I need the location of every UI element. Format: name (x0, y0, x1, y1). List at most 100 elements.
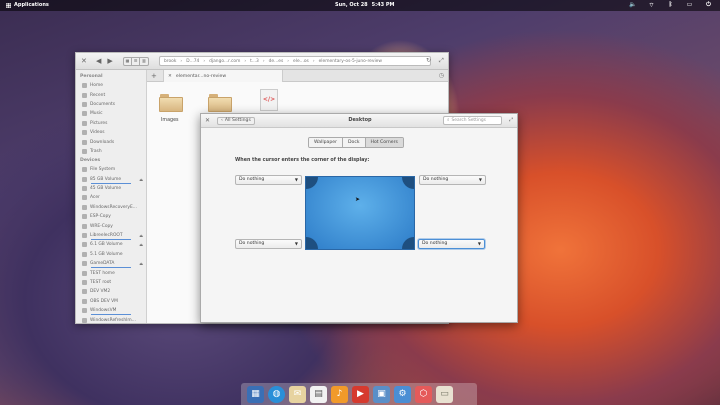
mouse-pointer-icon: ➤ (355, 196, 361, 203)
sidebar-item-device[interactable]: WindowsVM (76, 306, 146, 316)
wifi-icon[interactable]: ⌔ (648, 1, 655, 9)
sidebar-item-device[interactable]: WRE-Copy (76, 221, 146, 230)
apps-grid-icon (6, 2, 11, 8)
back-icon[interactable]: ◀ (96, 57, 101, 65)
drive-icon (82, 195, 87, 201)
date-label: Sun, Oct 28 (335, 2, 368, 8)
drive-icon (82, 308, 87, 314)
reload-icon[interactable]: ↻ (426, 57, 431, 64)
sidebar-item-device[interactable]: 6.1 GB Volume ⏏ (76, 240, 146, 249)
sidebar-item-label: Pictures (90, 120, 108, 126)
history-icon[interactable]: ◷ (439, 72, 444, 79)
app-center-icon[interactable]: ⬡ (415, 385, 432, 403)
drive-icon (82, 298, 87, 304)
tab-wallpaper[interactable]: Wallpaper (309, 138, 343, 147)
path-segment[interactable]: brook (163, 59, 177, 64)
path-segment[interactable]: de...es (268, 59, 285, 64)
tab-dock[interactable]: Dock (342, 138, 366, 147)
documents-icon (82, 101, 87, 107)
path-segment[interactable]: ele...os (292, 59, 310, 64)
tab-close-icon[interactable]: ✕ (168, 74, 172, 79)
sidebar-item-label: Home (90, 83, 103, 89)
path-segment[interactable]: t...3 (249, 59, 260, 64)
path-segment[interactable]: D...74 (185, 59, 200, 64)
sidebar-item-device[interactable]: WindowsRefreshlm... (76, 315, 146, 324)
sidebar-item-home[interactable]: Home (76, 81, 146, 90)
bluetooth-icon[interactable]: ᛒ (667, 1, 674, 9)
system-settings-icon[interactable]: ⚙ (394, 385, 411, 403)
sidebar-item-device[interactable]: TEST home (76, 268, 146, 277)
sidebar-item-device[interactable]: 45 GB Volume (76, 184, 146, 193)
sidebar-item-device[interactable]: 85 GB Volume ⏏ (76, 175, 146, 184)
sidebar-item-device[interactable]: File System (76, 165, 146, 174)
sidebar-item-recent[interactable]: Recent (76, 90, 146, 99)
sidebar-item-device[interactable]: GameDATA ⏏ (76, 259, 146, 269)
new-tab-icon[interactable]: + (151, 72, 157, 80)
datetime-indicator[interactable]: Sun, Oct 28 5:43 PM (335, 2, 395, 8)
icon-view-icon[interactable]: ▦ (124, 58, 132, 65)
drive-icon (82, 280, 87, 285)
videos-icon[interactable]: ▶ (352, 385, 369, 403)
tab-current[interactable]: ✕ elementar...no-review (163, 70, 283, 82)
search-placeholder: Search Settings (451, 118, 486, 123)
drive-icon (82, 317, 87, 323)
web-browser-icon[interactable]: ◍ (268, 385, 285, 403)
top-panel: Applications Sun, Oct 28 5:43 PM 🔈 ⌔ ᛒ ▭… (0, 0, 720, 11)
settings-window: ✕ ‹ All Settings Desktop ⌕ Search Settings… (200, 113, 518, 323)
path-bar[interactable]: brook › D...74 › django...r.com › t...3 › de… (159, 56, 431, 66)
sidebar-item-documents[interactable]: Documents (76, 100, 146, 109)
multitasking-view-icon[interactable]: ▦ (247, 385, 264, 403)
music-icon[interactable]: ♪ (331, 385, 348, 403)
sidebar-item-device[interactable]: ESP-Copy (76, 212, 146, 221)
column-view-icon[interactable]: ▥ (140, 58, 148, 65)
sidebar-item-label: WindowsVM (90, 308, 117, 314)
mail-icon[interactable]: ✉ (289, 385, 306, 403)
eject-icon[interactable]: ⏏ (139, 261, 143, 266)
eject-icon[interactable]: ⏏ (139, 233, 143, 238)
sidebar-item-device[interactable]: Acer (76, 193, 146, 202)
drive-icon (82, 289, 87, 295)
folder-icon[interactable] (208, 94, 232, 112)
calendar-icon[interactable]: ▤ (310, 385, 327, 403)
folder-icon[interactable] (159, 94, 183, 112)
sidebar-item-device[interactable]: LibreelecROOT ⏏ (76, 231, 146, 241)
tab-hot-corners[interactable]: Hot Corners (365, 138, 403, 147)
close-icon[interactable]: ✕ (81, 57, 87, 65)
volume-icon[interactable]: 🔈 (629, 1, 636, 9)
photos-icon[interactable]: ▣ (373, 385, 390, 403)
drive-icon (82, 204, 87, 210)
sidebar-item-device[interactable]: OBS DEV VM (76, 297, 146, 306)
downloads-icon (82, 139, 87, 145)
sidebar-item-pictures[interactable]: Pictures (76, 119, 146, 128)
bottom-left-corner-select[interactable]: Do nothing ▼ (235, 239, 302, 249)
tab-label: elementar...no-review (175, 73, 227, 79)
sidebar-item-videos[interactable]: Videos (76, 128, 146, 137)
eject-icon[interactable]: ⏏ (139, 177, 143, 182)
bottom-right-corner-select[interactable]: Do nothing ▼ (418, 239, 485, 249)
sidebar-item-music[interactable]: Music (76, 109, 146, 118)
sidebar-item-device[interactable]: TEST root (76, 278, 146, 287)
sidebar-item-label: WRE-Copy (90, 223, 113, 229)
list-view-icon[interactable]: ☰ (132, 58, 140, 65)
top-right-corner-select[interactable]: Do nothing ▼ (419, 175, 486, 185)
path-segment[interactable]: elementary-os-5-juno-review (318, 59, 383, 64)
maximize-icon[interactable]: ⤢ (509, 117, 513, 123)
files-icon[interactable]: ▭ (436, 385, 453, 403)
top-left-corner-select[interactable]: Do nothing ▼ (235, 175, 302, 185)
sidebar-item-downloads[interactable]: Downloads (76, 137, 146, 146)
maximize-icon[interactable]: ⤢ (439, 57, 444, 65)
power-icon[interactable]: ⏻ (705, 1, 712, 9)
search-input[interactable]: ⌕ Search Settings (443, 116, 502, 125)
applications-menu[interactable]: Applications (6, 2, 49, 8)
sidebar-item-trash[interactable]: Trash (76, 147, 146, 156)
sidebar-item-label: 45 GB Volume (90, 186, 122, 192)
sidebar-item-label: Videos (90, 130, 105, 136)
sidebar-item-device[interactable]: WindowsRecoveryE... (76, 203, 146, 212)
forward-icon[interactable]: ▶ (107, 57, 112, 65)
eject-icon[interactable]: ⏏ (139, 242, 143, 247)
html-file-icon[interactable]: </> (260, 89, 278, 111)
notifications-icon[interactable]: ▭ (686, 1, 693, 9)
path-segment[interactable]: django...r.com (208, 59, 241, 64)
sidebar-item-device[interactable]: DEV VM2 (76, 287, 146, 296)
sidebar-item-device[interactable]: 5.1 GB Volume (76, 250, 146, 259)
